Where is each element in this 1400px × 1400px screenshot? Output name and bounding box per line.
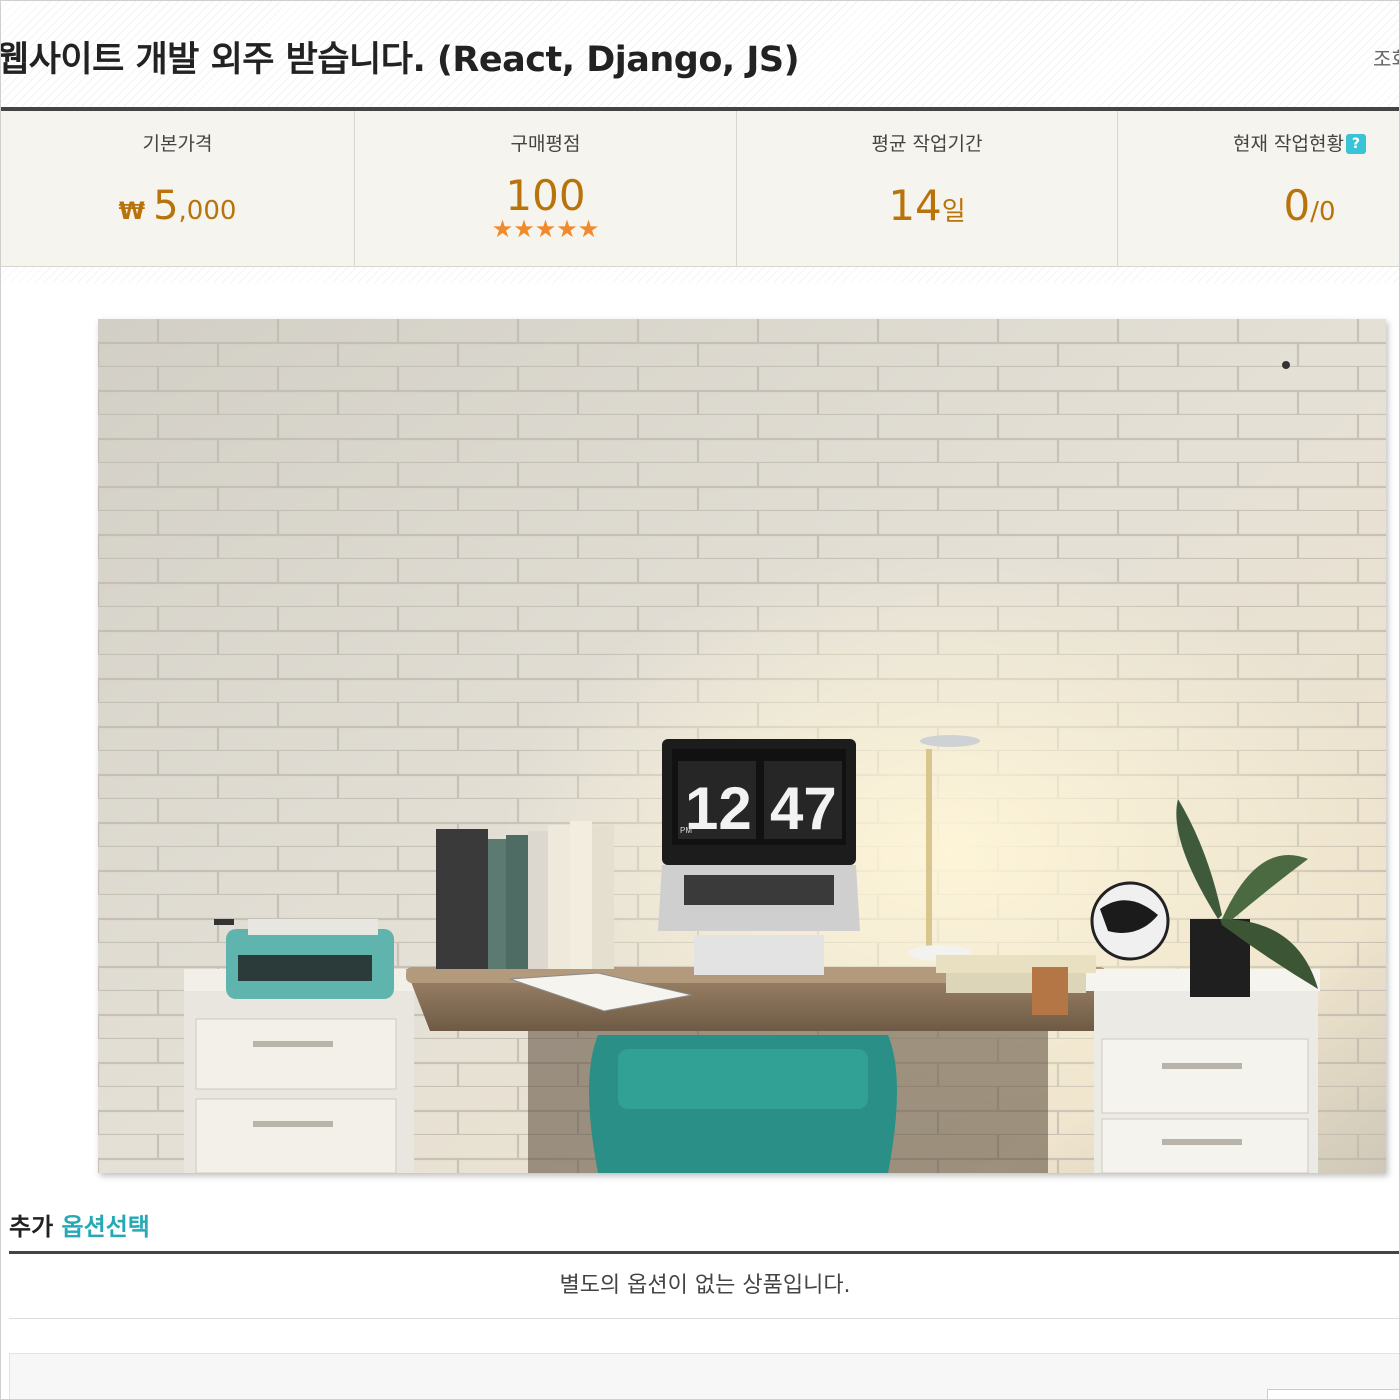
- stat-label: 현재 작업현황?: [1118, 129, 1399, 156]
- stats-divider: [1, 267, 1399, 283]
- duration-unit: 일: [941, 197, 966, 227]
- rating-stars-icon: ★★★★★: [491, 215, 600, 243]
- current-work-sub: /0: [1310, 197, 1336, 227]
- current-work-value: 0/0: [1118, 181, 1399, 230]
- page-title: 웹사이트 개발 외주 받습니다. (React, Django, JS): [0, 40, 800, 80]
- options-title-prefix: 추가: [9, 1213, 54, 1241]
- stat-avg-duration: 평균 작업기간 14일: [737, 111, 1118, 267]
- order-box-field[interactable]: [1267, 1389, 1399, 1399]
- price-main: 5: [153, 183, 179, 229]
- clock-hours: 12: [685, 775, 752, 842]
- current-work-label: 현재 작업현황: [1233, 133, 1344, 155]
- header: 웹사이트 개발 외주 받습니다. (React, Django, JS) 조회: [0, 1, 1399, 107]
- duration-value: 14일: [737, 181, 1117, 230]
- current-work-main: 0: [1283, 181, 1311, 230]
- help-icon[interactable]: ?: [1345, 134, 1366, 154]
- hero-image: 12 47 PM: [98, 319, 1386, 1173]
- options-title-accent: 옵션선택: [61, 1213, 150, 1241]
- options-title: 추가 옵션선택: [9, 1207, 150, 1242]
- views-label: 조회: [1373, 47, 1399, 71]
- clock-ampm: PM: [680, 826, 692, 835]
- options-empty-message: 별도의 옵션이 없는 상품입니다.: [9, 1255, 1399, 1319]
- stat-label: 기본가격: [142, 133, 213, 155]
- order-box: [9, 1353, 1399, 1399]
- page-frame: 웹사이트 개발 외주 받습니다. (React, Django, JS) 조회 …: [0, 0, 1400, 1400]
- stat-rating: 구매평점 100 ★★★★★: [355, 111, 737, 267]
- stat-label: 구매평점: [510, 133, 581, 155]
- price-value: ₩5,000: [1, 183, 354, 229]
- rating-value: 100: [505, 171, 586, 220]
- stat-base-price: 기본가격 ₩5,000: [1, 111, 355, 267]
- stat-current-work: 현재 작업현황? 0/0: [1118, 111, 1399, 267]
- price-sub: ,000: [178, 196, 237, 226]
- clock-minutes: 47: [770, 775, 837, 842]
- stat-label: 평균 작업기간: [871, 133, 983, 155]
- options-divider: [9, 1251, 1399, 1254]
- currency-symbol: ₩: [118, 197, 146, 225]
- stats-bar: 기본가격 ₩5,000 구매평점 100 ★★★★★ 평균 작업기간 14일 현…: [1, 111, 1399, 267]
- duration-main: 14: [888, 181, 942, 230]
- desk-photo-icon: 12 47 PM: [98, 319, 1386, 1173]
